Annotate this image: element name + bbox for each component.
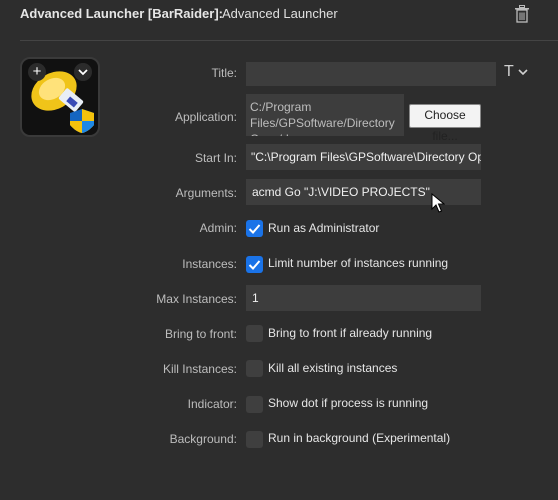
action-name: Advanced Launcher [222, 6, 338, 21]
trash-icon[interactable] [514, 5, 530, 23]
header-divider [20, 40, 558, 41]
instances-checkbox[interactable] [246, 256, 263, 273]
indicator-text: Show dot if process is running [268, 396, 429, 410]
arguments-input[interactable]: acmd Go "J:\VIDEO PROJECTS" [246, 179, 481, 205]
header: Advanced Launcher [BarRaider]: Advanced … [0, 0, 558, 40]
start-in-input[interactable]: "C:\Program Files\GPSoftware\Directory O… [246, 144, 481, 170]
indicator-checkbox[interactable] [246, 396, 263, 413]
checkmark-icon [248, 260, 261, 270]
instances-label: Instances: [182, 257, 237, 271]
kill-instances-text: Kill all existing instances [268, 361, 398, 375]
admin-label: Admin: [199, 221, 237, 235]
background-label: Background: [169, 432, 237, 446]
indicator-label: Indicator: [187, 397, 237, 411]
arguments-label: Arguments: [175, 186, 237, 200]
admin-text: Run as Administrator [268, 221, 380, 235]
application-label: Application: [174, 110, 237, 124]
chevron-down-icon[interactable] [74, 63, 92, 81]
bring-to-front-checkbox[interactable] [246, 325, 263, 342]
checkmark-icon [248, 224, 261, 234]
start-in-label: Start In: [194, 151, 237, 165]
max-instances-input[interactable]: 1 [246, 285, 481, 311]
kill-instances-checkbox[interactable] [246, 360, 263, 377]
title-format-icon[interactable]: T [504, 63, 528, 81]
kill-instances-label: Kill Instances: [162, 362, 237, 376]
instances-text: Limit number of instances running [268, 256, 449, 270]
bring-to-front-text: Bring to front if already running [268, 326, 433, 340]
max-instances-label: Max Instances: [156, 292, 237, 306]
application-path[interactable]: C:/Program Files/GPSoftware/Directory Op… [246, 94, 404, 136]
bring-to-front-label: Bring to front: [164, 327, 237, 341]
key-image[interactable]: + [20, 57, 100, 137]
title-label: Title: [211, 66, 237, 80]
plugin-name: Advanced Launcher [BarRaider]: [20, 6, 223, 21]
mouse-cursor-icon [431, 193, 445, 213]
background-text: Run in background (Experimental) [268, 431, 451, 445]
background-checkbox[interactable] [246, 431, 263, 448]
chevron-down-icon [518, 69, 528, 76]
admin-checkbox[interactable] [246, 220, 263, 237]
title-input[interactable] [246, 62, 496, 86]
choose-file-button[interactable]: Choose file... [409, 104, 481, 143]
title-format-glyph: T [504, 63, 514, 80]
plus-icon[interactable]: + [28, 63, 46, 81]
